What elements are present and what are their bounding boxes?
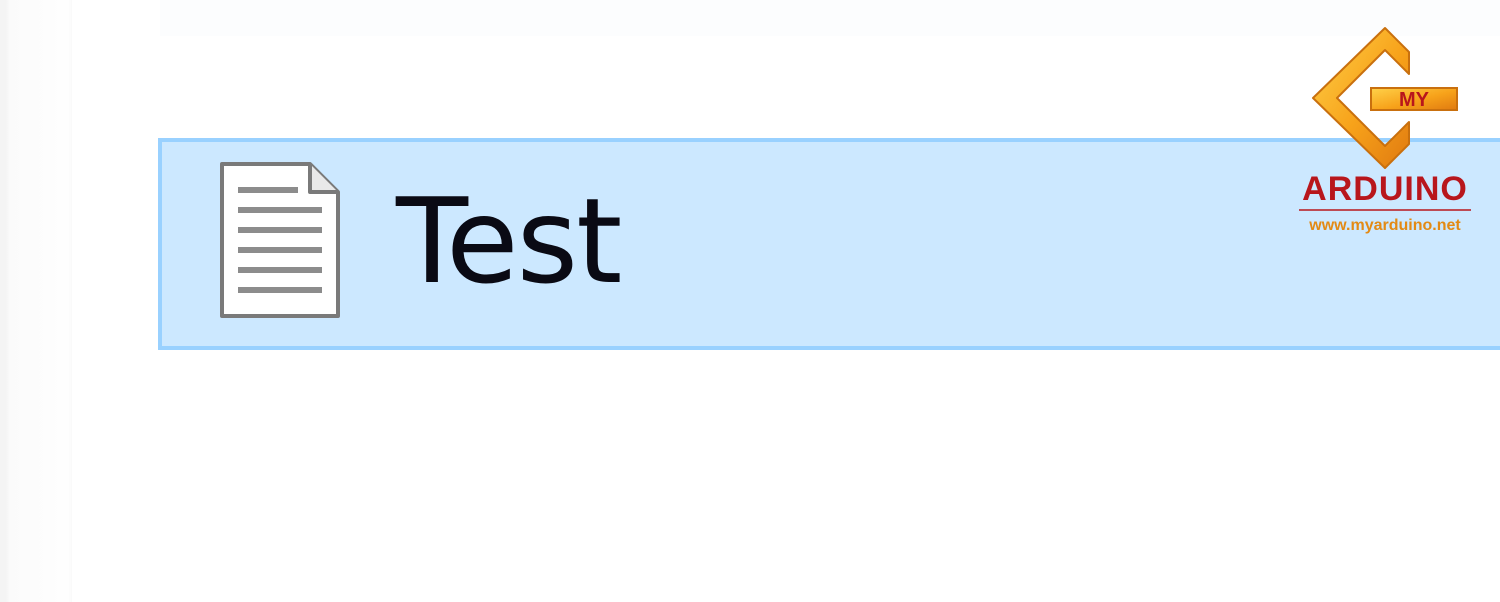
svg-text:www.myarduino.net: www.myarduino.net xyxy=(1308,217,1461,234)
document-icon xyxy=(220,162,340,318)
navigation-pane-edge xyxy=(0,0,72,602)
svg-text:MY: MY xyxy=(1399,89,1430,111)
file-name-label: Test xyxy=(396,172,622,310)
svg-text:ARDUINO: ARDUINO xyxy=(1302,170,1468,208)
myarduino-logo: MY ARDUINO www.myarduino.net xyxy=(1299,27,1471,234)
